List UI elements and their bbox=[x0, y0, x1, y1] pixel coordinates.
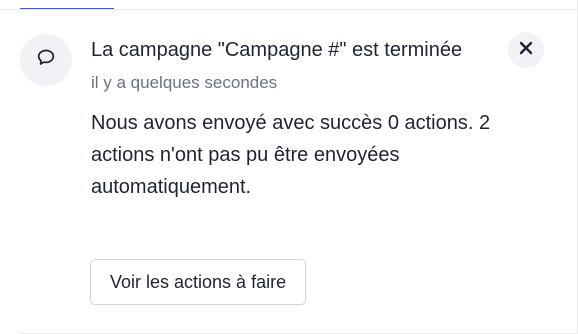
notification-timestamp: il y a quelques secondes bbox=[91, 73, 278, 92]
notification-icon-badge bbox=[20, 34, 72, 86]
notification-panel: La campagne "Campagne #" est terminée il… bbox=[0, 0, 578, 334]
view-actions-button[interactable]: Voir les actions à faire bbox=[90, 259, 307, 305]
close-button[interactable] bbox=[508, 32, 544, 68]
comment-icon bbox=[36, 48, 56, 73]
notification-message: Nous avons envoyé avec succès 0 actions.… bbox=[91, 112, 491, 198]
close-icon bbox=[518, 40, 534, 61]
notification-title: La campagne "Campagne #" est terminée bbox=[91, 39, 463, 61]
notification-content: La campagne "Campagne #" est terminée il… bbox=[91, 34, 501, 203]
top-divider bbox=[0, 9, 577, 10]
